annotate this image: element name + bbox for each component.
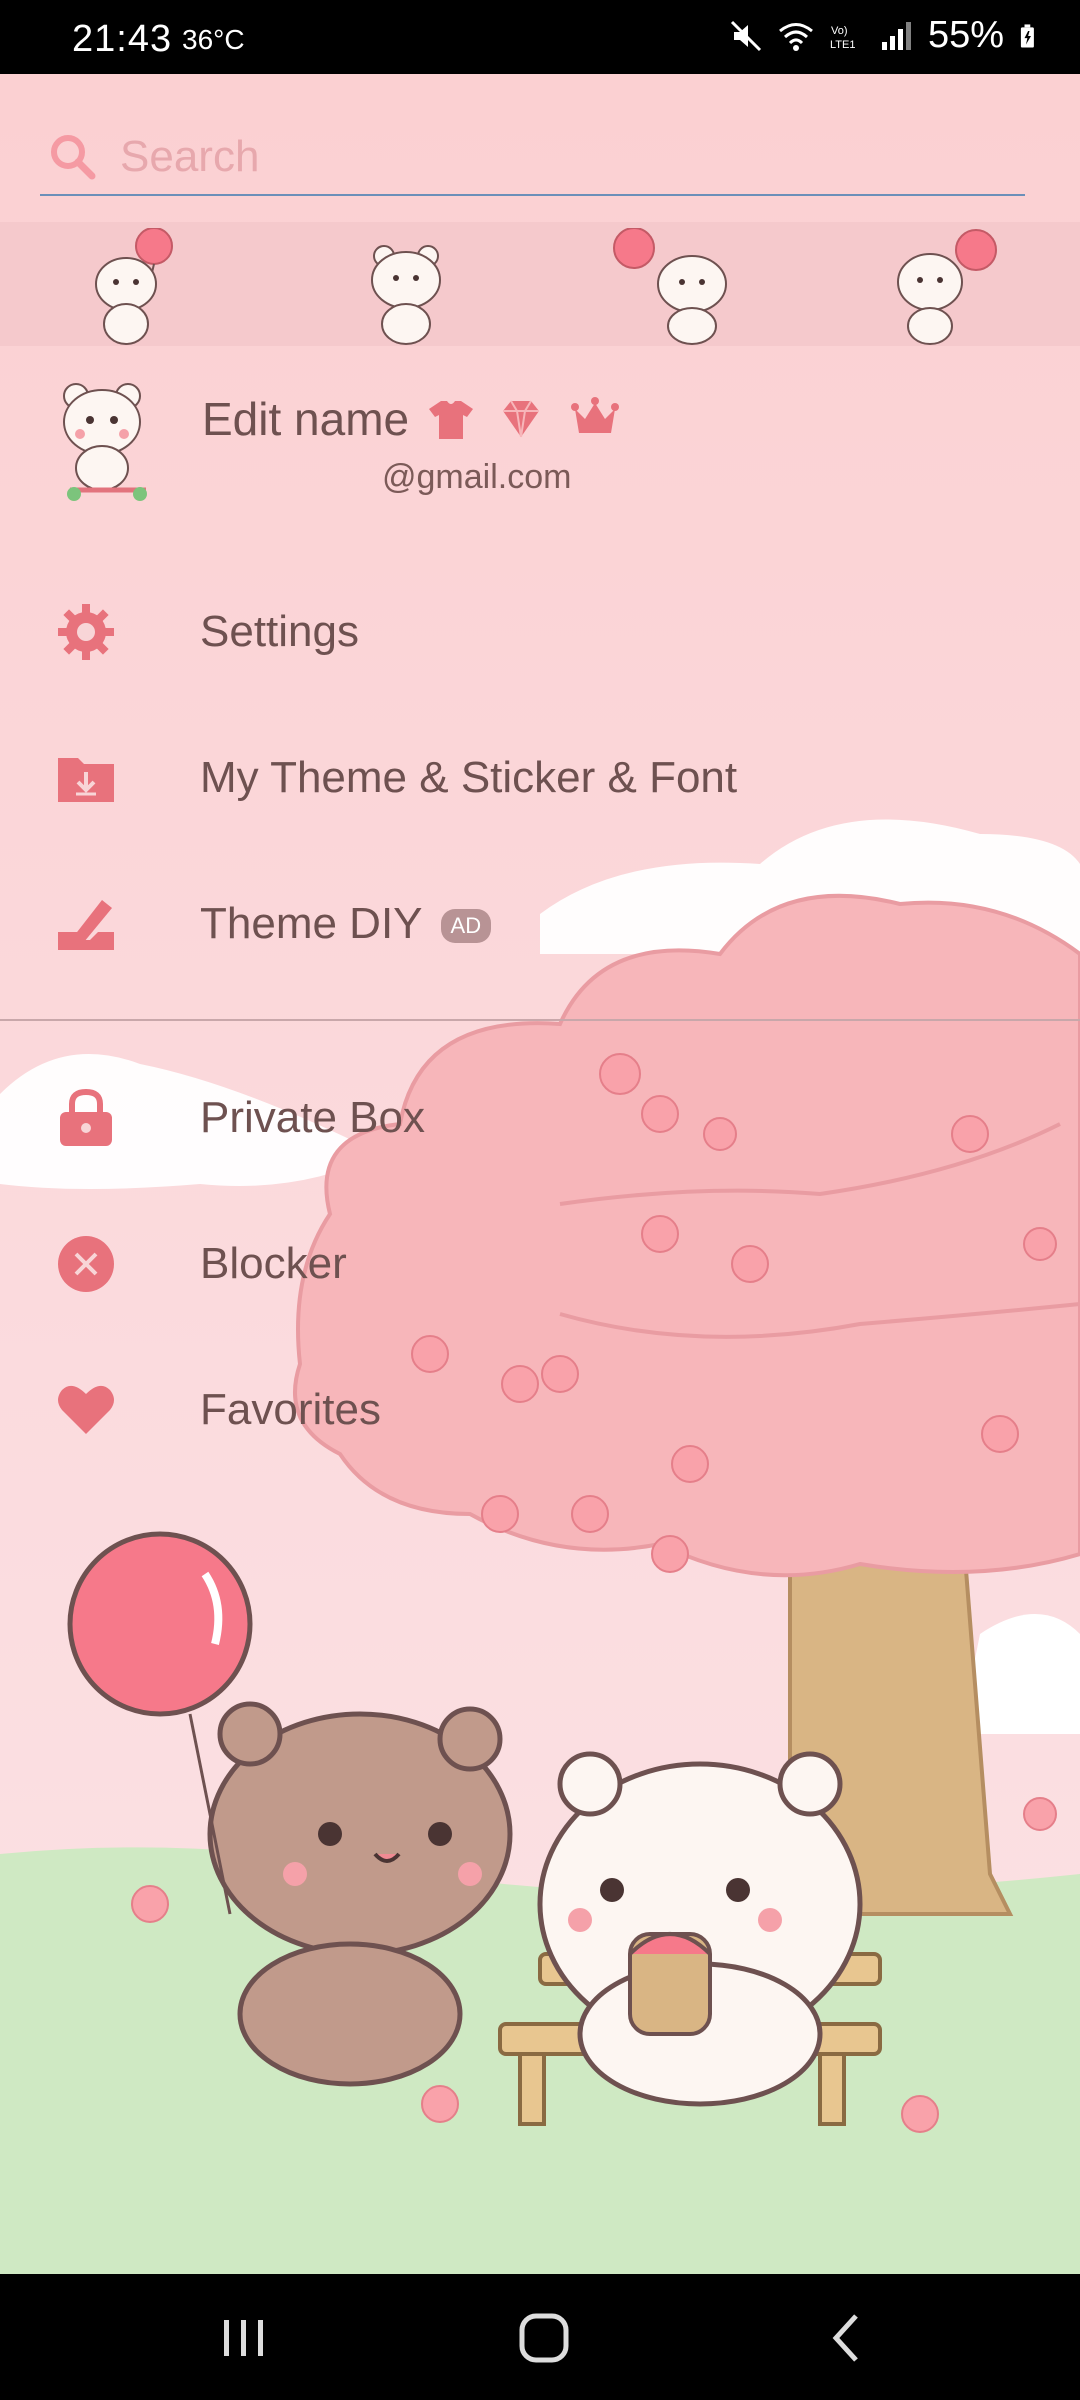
search-input[interactable]: Search bbox=[120, 132, 259, 182]
bear-balloon-sticker[interactable] bbox=[86, 228, 196, 346]
menu-label-blocker: Blocker bbox=[200, 1239, 347, 1288]
svg-text:Vo): Vo) bbox=[831, 25, 848, 37]
bear-balloon-sticker-2[interactable] bbox=[610, 228, 740, 346]
battery-charging-icon bbox=[1020, 23, 1034, 48]
menu-item-settings[interactable]: Settings bbox=[0, 562, 1080, 702]
signal-icon bbox=[881, 21, 911, 50]
diamond-icon[interactable] bbox=[493, 395, 549, 443]
menu-item-private-box[interactable]: Private Box bbox=[0, 1048, 1080, 1188]
gear-icon bbox=[58, 604, 114, 660]
phone-screen: 21:43 36°C Vo) LTE1 55% Search Edit name… bbox=[0, 0, 1080, 2400]
ad-badge: AD bbox=[440, 909, 492, 944]
shirt-icon[interactable] bbox=[427, 395, 475, 443]
crown-icon[interactable] bbox=[567, 395, 623, 443]
status-temperature: 36°C bbox=[182, 24, 245, 55]
home-icon[interactable] bbox=[514, 2308, 574, 2368]
menu-divider bbox=[0, 1019, 1080, 1021]
edit-name-button[interactable]: Edit name bbox=[202, 392, 409, 446]
mute-icon bbox=[730, 20, 761, 51]
lte-icon: Vo) LTE1 bbox=[830, 25, 855, 51]
search-bar[interactable]: Search bbox=[40, 120, 1025, 196]
status-time: 21:43 bbox=[72, 18, 173, 60]
avatar[interactable] bbox=[50, 374, 160, 502]
profile-email: @gmail.com bbox=[382, 458, 572, 496]
bear-sticker[interactable] bbox=[352, 228, 462, 346]
status-bar: 21:43 36°C Vo) LTE1 55% bbox=[0, 0, 1080, 74]
status-icons: Vo) LTE1 55% bbox=[728, 14, 1044, 57]
navigation-bar bbox=[0, 2274, 1080, 2400]
sticker-strip bbox=[0, 222, 1080, 346]
menu-label-settings: Settings bbox=[200, 607, 359, 656]
lock-icon bbox=[60, 1088, 112, 1146]
menu-item-blocker[interactable]: Blocker bbox=[0, 1194, 1080, 1334]
block-icon bbox=[58, 1236, 114, 1292]
svg-text:LTE1: LTE1 bbox=[830, 39, 855, 51]
back-icon[interactable] bbox=[818, 2308, 878, 2368]
edit-pencil-icon bbox=[58, 900, 114, 950]
menu-item-theme-diy[interactable]: Theme DIY AD bbox=[0, 854, 1080, 994]
profile-name-row: Edit name bbox=[202, 392, 623, 446]
folder-download-icon bbox=[58, 758, 114, 802]
profile-section: Edit name @gmail.com bbox=[0, 370, 1080, 510]
menu-item-my-theme[interactable]: My Theme & Sticker & Font bbox=[0, 708, 1080, 848]
menu-label-theme-diy: Theme DIY AD bbox=[200, 899, 492, 949]
bear-icecream-sticker[interactable] bbox=[886, 228, 1006, 346]
menu-label-my-theme: My Theme & Sticker & Font bbox=[200, 753, 738, 802]
recent-apps-icon[interactable] bbox=[214, 2308, 274, 2368]
menu-item-favorites[interactable]: Favorites bbox=[0, 1340, 1080, 1480]
search-icon bbox=[51, 135, 96, 180]
heart-icon bbox=[58, 1385, 114, 1434]
wifi-icon bbox=[778, 22, 813, 51]
battery-percentage: 55% bbox=[927, 14, 1004, 56]
menu-label-private-box: Private Box bbox=[200, 1093, 425, 1142]
theme-diy-text: Theme DIY bbox=[200, 899, 423, 948]
menu-label-favorites: Favorites bbox=[200, 1385, 381, 1434]
